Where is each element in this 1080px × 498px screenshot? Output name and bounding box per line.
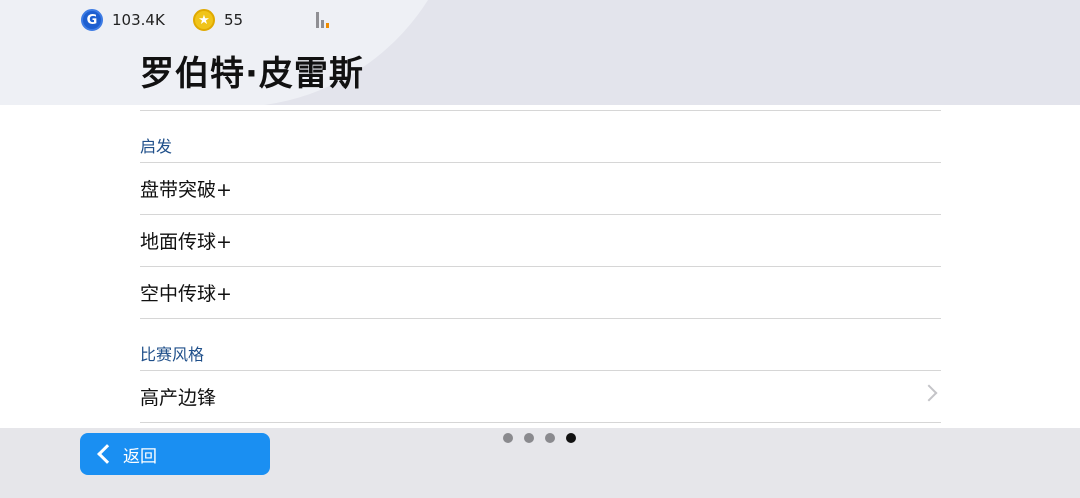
chevron-left-icon [97,444,117,464]
back-button[interactable]: 返回 [80,433,270,475]
signal-strength-icon [316,12,334,28]
star-coin-balance: ★ 55 [193,9,243,31]
list-item-label: 地面传球+ [140,231,232,253]
back-button-label: 返回 [123,446,157,467]
list-item-label: 空中传球+ [140,283,232,305]
list-item: 盘带突破+ [140,163,941,215]
section-header-inspiration: 启发 [140,111,941,163]
player-detail-screen: G 103.4K ★ 55 罗伯特·皮雷斯 启发 盘带突破+ 地面传球+ 空中传… [0,0,1080,498]
g-coin-balance: G 103.4K [81,9,165,31]
list-item-label: 盘带突破+ [140,179,232,201]
list-item-label: 高产边锋 [140,387,217,409]
star-coin-value: 55 [224,11,244,29]
list-item: 空中传球+ [140,267,941,319]
star-coin-icon: ★ [193,9,215,31]
page-dot[interactable] [524,433,534,443]
g-coin-value: 103.4K [112,11,165,29]
page-title: 罗伯特·皮雷斯 [140,54,364,94]
page-dot-active[interactable] [566,433,576,443]
g-coin-icon: G [81,9,103,31]
page-indicator [503,433,576,443]
page-dot[interactable] [503,433,513,443]
header-band: G 103.4K ★ 55 罗伯特·皮雷斯 [0,0,1080,105]
section-header-play-style: 比赛风格 [140,319,941,371]
list-item-play-style[interactable]: 高产边锋 [140,371,941,423]
attribute-list: 启发 盘带突破+ 地面传球+ 空中传球+ 比赛风格 高产边锋 [140,110,941,423]
chevron-right-icon [920,384,938,402]
page-dot[interactable] [545,433,555,443]
list-item: 地面传球+ [140,215,941,267]
